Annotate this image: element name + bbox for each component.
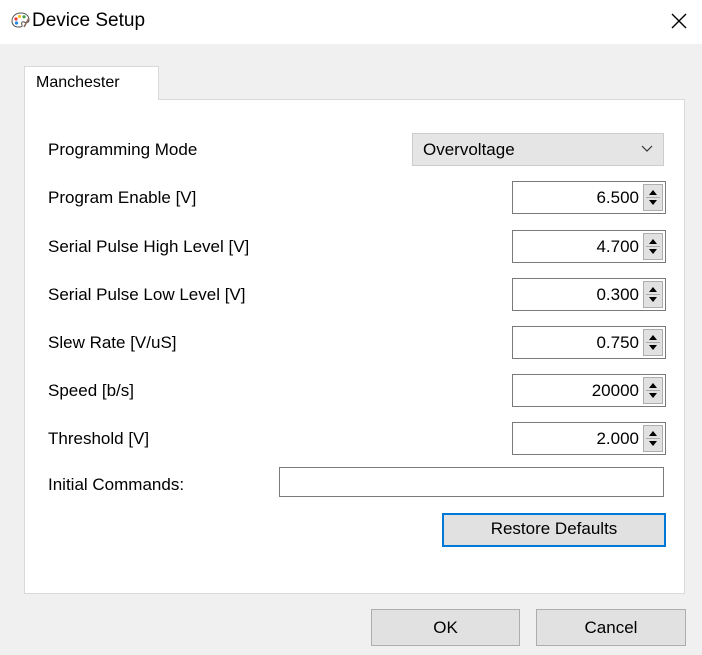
ok-button[interactable]: OK <box>371 609 520 646</box>
slew-rate-input[interactable] <box>513 327 642 358</box>
speed-input[interactable] <box>513 375 642 406</box>
serial-pulse-high-spin-buttons[interactable] <box>643 233 663 260</box>
programming-mode-select[interactable]: Overvoltage <box>412 133 664 166</box>
up-down-arrows-icon <box>646 190 660 205</box>
up-down-arrows-icon <box>646 431 660 446</box>
window-title: Device Setup <box>32 10 146 31</box>
threshold-spin-buttons[interactable] <box>643 425 663 452</box>
threshold-input[interactable] <box>513 423 642 454</box>
tab-manchester[interactable]: Manchester <box>24 66 159 100</box>
title-bar: Device Setup <box>0 0 702 44</box>
up-down-arrows-icon <box>646 335 660 350</box>
speed-spinner <box>512 374 666 407</box>
speed-spin-buttons[interactable] <box>643 377 663 404</box>
program-enable-spinner <box>512 181 666 214</box>
close-icon[interactable] <box>668 10 690 32</box>
up-down-arrows-icon <box>646 239 660 254</box>
slew-rate-spinner <box>512 326 666 359</box>
up-down-arrows-icon <box>646 287 660 302</box>
serial-pulse-high-spinner <box>512 230 666 263</box>
serial-pulse-low-spinner <box>512 278 666 311</box>
palette-app-icon <box>11 12 30 28</box>
dialog-body: Manchester Programming Mode Overvoltage … <box>0 44 702 655</box>
serial-pulse-high-input[interactable] <box>513 231 642 262</box>
serial-pulse-low-label: Serial Pulse Low Level [V] <box>48 285 246 304</box>
programming-mode-label: Programming Mode <box>48 140 198 159</box>
initial-commands-label: Initial Commands: <box>48 475 185 494</box>
slew-rate-label: Slew Rate [V/uS] <box>48 333 177 352</box>
cancel-button[interactable]: Cancel <box>536 609 686 646</box>
threshold-spinner <box>512 422 666 455</box>
program-enable-label: Program Enable [V] <box>48 188 197 207</box>
restore-defaults-button[interactable]: Restore Defaults <box>442 513 666 547</box>
speed-label: Speed [b/s] <box>48 381 135 400</box>
serial-pulse-high-label: Serial Pulse High Level [V] <box>48 237 250 256</box>
device-setup-dialog: Device Setup Manchester Programming Mode… <box>0 0 702 655</box>
program-enable-input[interactable] <box>513 182 642 213</box>
threshold-label: Threshold [V] <box>48 429 150 448</box>
chevron-down-icon <box>641 145 653 152</box>
serial-pulse-low-input[interactable] <box>513 279 642 310</box>
slew-rate-spin-buttons[interactable] <box>643 329 663 356</box>
programming-mode-value: Overvoltage <box>423 140 515 159</box>
initial-commands-input[interactable] <box>279 467 664 497</box>
serial-pulse-low-spin-buttons[interactable] <box>643 281 663 308</box>
tab-panel-manchester: Programming Mode Overvoltage Program Ena… <box>24 99 685 594</box>
program-enable-spin-buttons[interactable] <box>643 184 663 211</box>
up-down-arrows-icon <box>646 383 660 398</box>
